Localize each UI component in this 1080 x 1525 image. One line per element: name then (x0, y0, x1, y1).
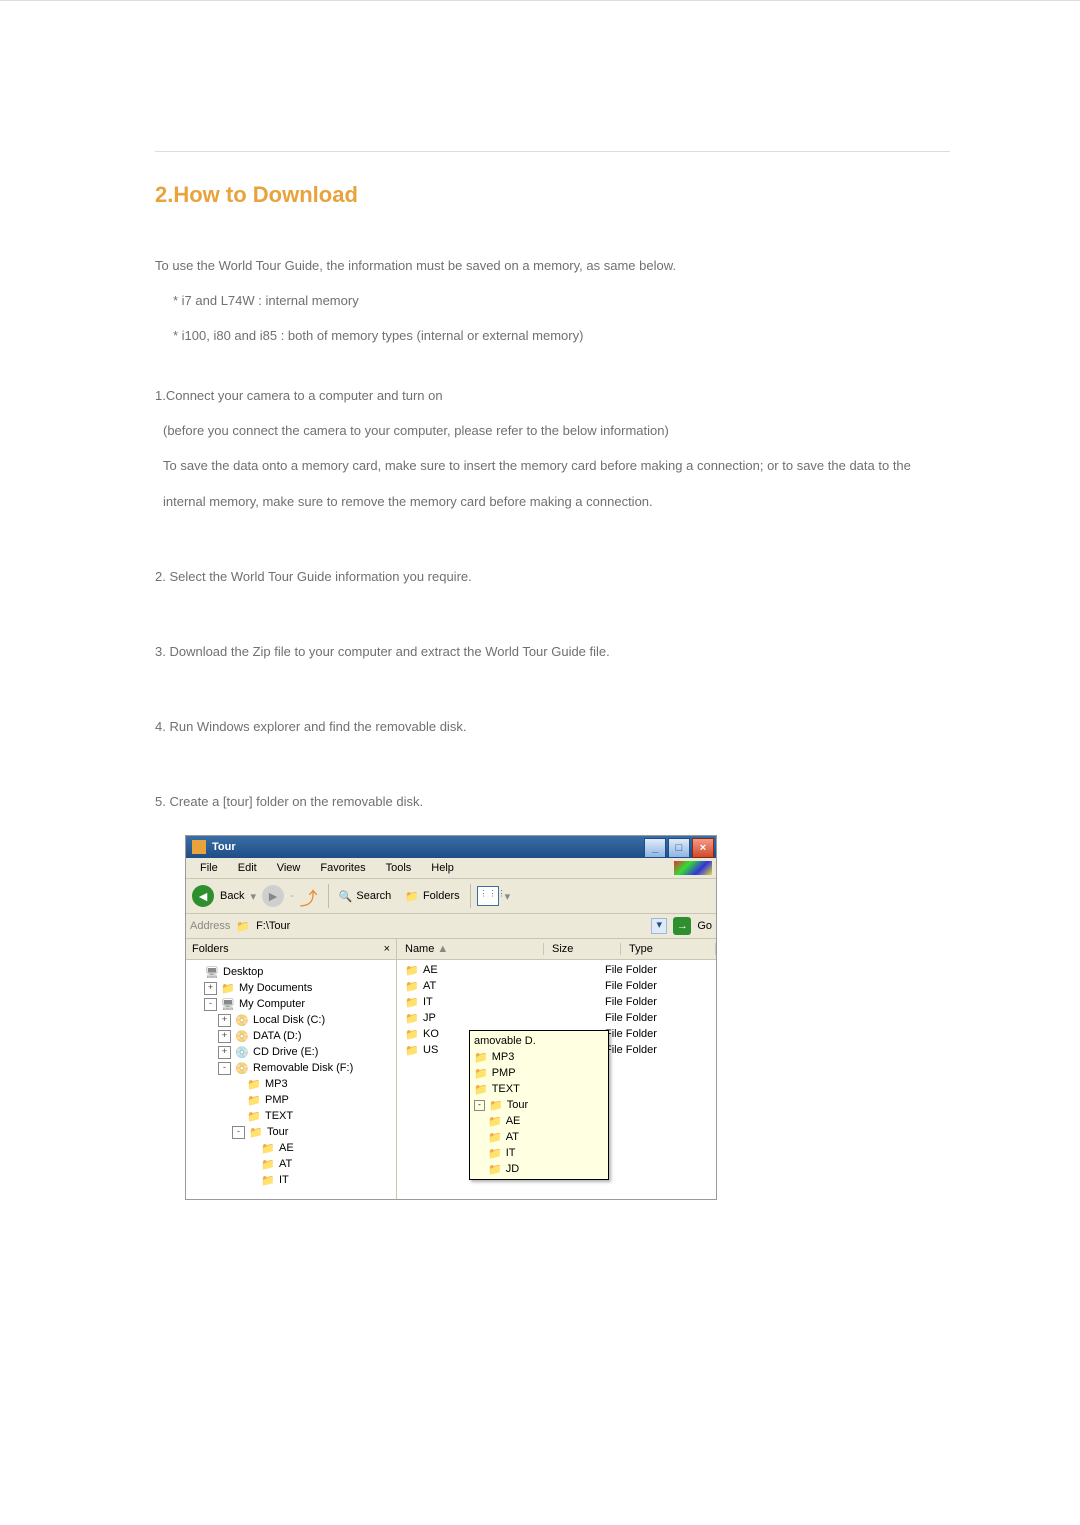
go-label: Go (697, 920, 712, 932)
tree-item[interactable]: +💿CD Drive (E:) (190, 1044, 392, 1060)
menu-edit[interactable]: Edit (228, 862, 267, 874)
file-list[interactable]: 📁AEFile Folder📁ATFile Folder📁ITFile Fold… (397, 960, 716, 1058)
back-button[interactable]: ◄ (192, 885, 214, 907)
folders-button[interactable]: 📁Folders (401, 890, 463, 903)
address-folder-icon: 📁 (236, 920, 250, 933)
list-item[interactable]: 📁AEFile Folder (405, 962, 716, 978)
tree-item[interactable]: -📀Removable Disk (F:) (190, 1060, 392, 1076)
windows-flag-icon (674, 861, 712, 875)
folders-icon: 📁 (405, 890, 419, 903)
step-4: 4. Run Windows explorer and find the rem… (155, 709, 950, 744)
explorer-window: Tour _ □ × File Edit View Favorites Tool… (185, 835, 717, 1200)
window-titlebar[interactable]: Tour _ □ × (186, 836, 716, 858)
address-path[interactable]: F:\Tour (256, 920, 645, 932)
folders-panel-close[interactable]: × (384, 943, 390, 955)
folder-tree[interactable]: 🖥Desktop+📁My Documents-🖥My Computer+📀Loc… (186, 960, 396, 1188)
menu-bar: File Edit View Favorites Tools Help (186, 858, 716, 879)
list-item[interactable]: 📁ATFile Folder (405, 978, 716, 994)
tree-item[interactable]: +📁My Documents (190, 980, 392, 996)
list-item[interactable]: 📁JPFile Folder (405, 1010, 716, 1026)
tree-item[interactable]: 📁AT (190, 1156, 392, 1172)
tree-item[interactable]: 📁PMP (190, 1092, 392, 1108)
intro-text: To use the World Tour Guide, the informa… (155, 248, 950, 283)
go-button[interactable]: → (673, 917, 691, 935)
step-1a: 1.Connect your camera to a computer and … (155, 378, 950, 413)
tree-item[interactable]: 📁TEXT (190, 1108, 392, 1124)
search-icon: 🔍 (339, 890, 353, 903)
step-1b: (before you connect the camera to your c… (155, 413, 950, 448)
list-item[interactable]: 📁ITFile Folder (405, 994, 716, 1010)
step-5: 5. Create a [tour] folder on the removab… (155, 784, 950, 819)
tree-item[interactable]: 🖥Desktop (190, 964, 392, 980)
back-label[interactable]: Back (220, 890, 244, 902)
tree-item[interactable]: +📀Local Disk (C:) (190, 1012, 392, 1028)
window-title: Tour (212, 841, 236, 853)
section-heading: 2.How to Download (155, 182, 950, 208)
address-bar: Address 📁 F:\Tour ▾ → Go (186, 914, 716, 939)
bullet-2: * i100, i80 and i85 : both of memory typ… (155, 318, 950, 353)
tree-item[interactable]: 📁AE (190, 1140, 392, 1156)
folders-panel-header: Folders (192, 943, 229, 955)
bullet-1: * i7 and L74W : internal memory (155, 283, 950, 318)
maximize-button[interactable]: □ (668, 838, 690, 858)
up-button[interactable]: ⤴ (300, 885, 322, 907)
menu-tools[interactable]: Tools (376, 862, 422, 874)
step-3: 3. Download the Zip file to your compute… (155, 634, 950, 669)
menu-view[interactable]: View (267, 862, 311, 874)
step-2: 2. Select the World Tour Guide informati… (155, 559, 950, 594)
address-label: Address (190, 920, 230, 932)
tree-item[interactable]: -📁Tour (190, 1124, 392, 1140)
tree-item[interactable]: +📀DATA (D:) (190, 1028, 392, 1044)
step-1c: To save the data onto a memory card, mak… (155, 448, 950, 518)
tooltip-popup: amovable D. 📁MP3 📁PMP 📁TEXT -📁Tour 📁AE 📁… (469, 1030, 609, 1180)
close-button[interactable]: × (692, 838, 714, 858)
menu-help[interactable]: Help (421, 862, 464, 874)
window-folder-icon (192, 840, 206, 854)
tree-item[interactable]: 📁MP3 (190, 1076, 392, 1092)
toolbar: ◄ Back ▾ ► - ⤴ 🔍Search 📁Folders ▾ (186, 879, 716, 914)
menu-favorites[interactable]: Favorites (310, 862, 375, 874)
forward-button[interactable]: ► (262, 885, 284, 907)
search-button[interactable]: 🔍Search (335, 890, 396, 903)
menu-file[interactable]: File (190, 862, 228, 874)
tree-item[interactable]: 📁IT (190, 1172, 392, 1188)
minimize-button[interactable]: _ (644, 838, 666, 858)
column-headers[interactable]: Name ▲ Size Type (397, 939, 716, 960)
views-button[interactable] (477, 886, 499, 906)
tree-item[interactable]: -🖥My Computer (190, 996, 392, 1012)
section-divider (155, 151, 950, 152)
address-dropdown[interactable]: ▾ (651, 918, 667, 934)
